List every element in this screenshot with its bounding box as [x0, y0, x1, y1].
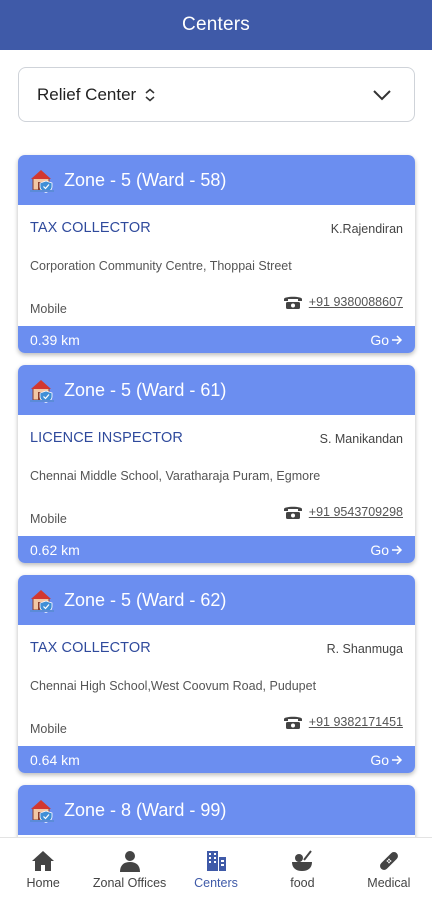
building-icon — [207, 851, 227, 871]
nav-label: Zonal Offices — [92, 876, 167, 890]
card-footer: 0.64 km Go — [18, 746, 415, 773]
phone-number[interactable]: +91 9380088607 — [309, 295, 403, 309]
mobile-label: Mobile — [30, 722, 67, 736]
phone-number[interactable]: +91 9382171451 — [309, 715, 403, 729]
card-header: Zone - 5 (Ward - 62) — [18, 575, 415, 625]
app-bar: Centers — [0, 0, 432, 50]
center-card[interactable]: Zone - 5 (Ward - 61) LICENCE INSPECTOR S… — [18, 365, 415, 563]
official-name: S. Manikandan — [319, 432, 403, 446]
go-button[interactable]: Go — [370, 542, 403, 558]
telephone-icon — [283, 716, 302, 729]
relief-house-icon — [30, 380, 54, 403]
centers-list: Zone - 5 (Ward - 58) TAX COLLECTOR K.Raj… — [18, 155, 415, 857]
go-button[interactable]: Go — [370, 752, 403, 768]
arrow-right-icon — [392, 334, 403, 345]
card-header: Zone - 8 (Ward - 99) — [18, 785, 415, 835]
zone-title: Zone - 5 (Ward - 62) — [64, 589, 227, 610]
zone-title: Zone - 8 (Ward - 99) — [64, 799, 227, 820]
phone-link[interactable]: +91 9380088607 — [283, 294, 403, 310]
home-icon — [32, 851, 55, 871]
official-name: R. Shanmuga — [326, 642, 403, 656]
center-card[interactable]: Zone - 5 (Ward - 58) TAX COLLECTOR K.Raj… — [18, 155, 415, 353]
mobile-label: Mobile — [30, 512, 67, 526]
zone-title: Zone - 5 (Ward - 58) — [64, 169, 227, 190]
mobile-label: Mobile — [30, 302, 67, 316]
bottom-nav: Home Zonal Offices Centers food Medical — [0, 837, 432, 900]
telephone-icon — [283, 296, 302, 309]
bandage-icon — [379, 852, 398, 870]
center-card[interactable]: Zone - 8 (Ward - 99) — [18, 785, 415, 845]
chevron-down-icon[interactable] — [372, 86, 392, 104]
go-label: Go — [370, 541, 389, 558]
center-type-value: Relief Center — [37, 84, 137, 104]
center-address: Chennai Middle School, Varatharaja Puram… — [30, 469, 321, 483]
food-icon — [292, 850, 313, 871]
relief-house-icon — [30, 590, 54, 613]
card-footer: 0.62 km Go — [18, 536, 415, 563]
distance: 0.39 km — [30, 331, 80, 348]
nav-centers[interactable]: Centers — [173, 838, 259, 900]
card-header: Zone - 5 (Ward - 58) — [18, 155, 415, 205]
relief-house-icon — [30, 800, 54, 823]
go-label: Go — [370, 331, 389, 348]
telephone-icon — [283, 506, 302, 519]
center-card[interactable]: Zone - 5 (Ward - 62) TAX COLLECTOR R. Sh… — [18, 575, 415, 773]
center-address: Corporation Community Centre, Thoppai St… — [30, 259, 292, 273]
center-type-select[interactable]: Relief Center — [18, 67, 415, 122]
arrow-right-icon — [392, 754, 403, 765]
phone-link[interactable]: +91 9543709298 — [283, 504, 403, 520]
page-title: Centers — [182, 14, 250, 35]
card-footer: 0.39 km Go — [18, 326, 415, 353]
official-role: TAX COLLECTOR — [30, 640, 151, 656]
relief-house-icon — [30, 170, 54, 193]
official-name: K.Rajendiran — [330, 222, 403, 236]
center-address: Chennai High School,West Coovum Road, Pu… — [30, 679, 317, 693]
go-label: Go — [370, 751, 389, 768]
zone-title: Zone - 5 (Ward - 61) — [64, 379, 227, 400]
phone-number[interactable]: +91 9543709298 — [309, 505, 403, 519]
nav-label: food — [290, 876, 315, 890]
official-role: TAX COLLECTOR — [30, 220, 151, 236]
distance: 0.64 km — [30, 751, 80, 768]
card-header: Zone - 5 (Ward - 61) — [18, 365, 415, 415]
nav-food[interactable]: food — [259, 838, 345, 900]
go-button[interactable]: Go — [370, 332, 403, 348]
nav-medical[interactable]: Medical — [346, 838, 432, 900]
official-role: LICENCE INSPECTOR — [30, 430, 183, 446]
phone-link[interactable]: +91 9382171451 — [283, 714, 403, 730]
arrow-right-icon — [392, 544, 403, 555]
nav-label: Medical — [367, 876, 411, 890]
nav-label: Home — [26, 876, 60, 890]
nav-label: Centers — [194, 876, 238, 890]
nav-zonal-offices[interactable]: Zonal Offices — [86, 838, 172, 900]
person-icon — [119, 851, 140, 872]
distance: 0.62 km — [30, 541, 80, 558]
sort-updown-icon — [145, 88, 155, 101]
nav-home[interactable]: Home — [0, 838, 86, 900]
